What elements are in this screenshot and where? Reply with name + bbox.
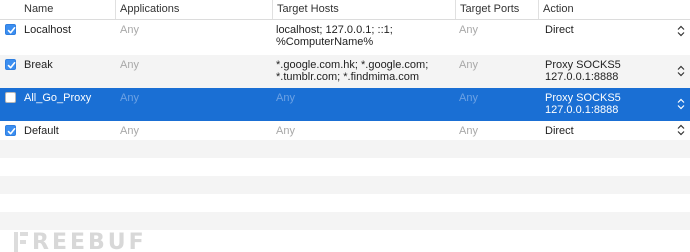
watermark-text: REEBUF xyxy=(32,229,147,252)
rule-target-ports: Any xyxy=(459,59,478,71)
rule-action: Proxy SOCKS5 127.0.0.1:8888 xyxy=(545,59,621,83)
up-down-stepper-icon[interactable] xyxy=(677,65,685,77)
rule-target-hosts: *.google.com.hk; *.google.com; *.tumblr.… xyxy=(276,59,429,83)
rule-action: Direct xyxy=(545,125,574,137)
table-row[interactable]: Default Any Any Any Direct xyxy=(0,121,690,140)
checkbox-icon[interactable] xyxy=(5,59,16,70)
column-header-name[interactable]: Name xyxy=(20,0,115,19)
rule-name: All_Go_Proxy xyxy=(24,92,92,104)
freebuf-logo-icon xyxy=(14,232,28,252)
column-header-target-hosts[interactable]: Target Hosts xyxy=(272,0,455,19)
rule-action: Proxy SOCKS5 127.0.0.1:8888 xyxy=(545,92,621,116)
table-row[interactable]: Localhost Any localhost; 127.0.0.1; ::1;… xyxy=(0,20,690,55)
rule-name: Default xyxy=(24,125,59,137)
table-row[interactable]: Break Any *.google.com.hk; *.google.com;… xyxy=(0,55,690,88)
rule-target-hosts: Any xyxy=(276,92,295,104)
freebuf-watermark: REEBUF xyxy=(14,230,147,252)
rule-applications: Any xyxy=(120,24,139,36)
up-down-stepper-icon[interactable] xyxy=(677,98,685,110)
checkbox-icon[interactable] xyxy=(5,92,16,103)
table-header: Name Applications Target Hosts Target Po… xyxy=(0,0,690,20)
rule-target-hosts: Any xyxy=(276,125,295,137)
checkbox-icon[interactable] xyxy=(5,24,16,35)
rule-target-ports: Any xyxy=(459,24,478,36)
rule-applications: Any xyxy=(120,125,139,137)
table-row-selected[interactable]: All_Go_Proxy Any Any Any Proxy SOCKS5 12… xyxy=(0,88,690,121)
rule-target-hosts: localhost; 127.0.0.1; ::1; %ComputerName… xyxy=(276,24,393,48)
empty-row xyxy=(0,158,690,176)
rule-name: Localhost xyxy=(24,24,72,36)
rule-applications: Any xyxy=(120,59,139,71)
empty-row xyxy=(0,212,690,230)
rule-applications: Any xyxy=(120,92,139,104)
rule-action: Direct xyxy=(545,24,574,36)
up-down-stepper-icon[interactable] xyxy=(677,25,685,37)
column-header-applications[interactable]: Applications xyxy=(115,0,272,19)
empty-row xyxy=(0,140,690,158)
column-header-target-ports[interactable]: Target Ports xyxy=(455,0,538,19)
up-down-stepper-icon[interactable] xyxy=(677,124,685,136)
checkbox-icon[interactable] xyxy=(5,125,16,136)
empty-row xyxy=(0,176,690,194)
column-header-action[interactable]: Action xyxy=(538,0,690,19)
rule-target-ports: Any xyxy=(459,92,478,104)
rule-name: Break xyxy=(24,59,53,71)
empty-row xyxy=(0,194,690,212)
proxy-rules-table: Name Applications Target Hosts Target Po… xyxy=(0,0,690,252)
rule-target-ports: Any xyxy=(459,125,478,137)
